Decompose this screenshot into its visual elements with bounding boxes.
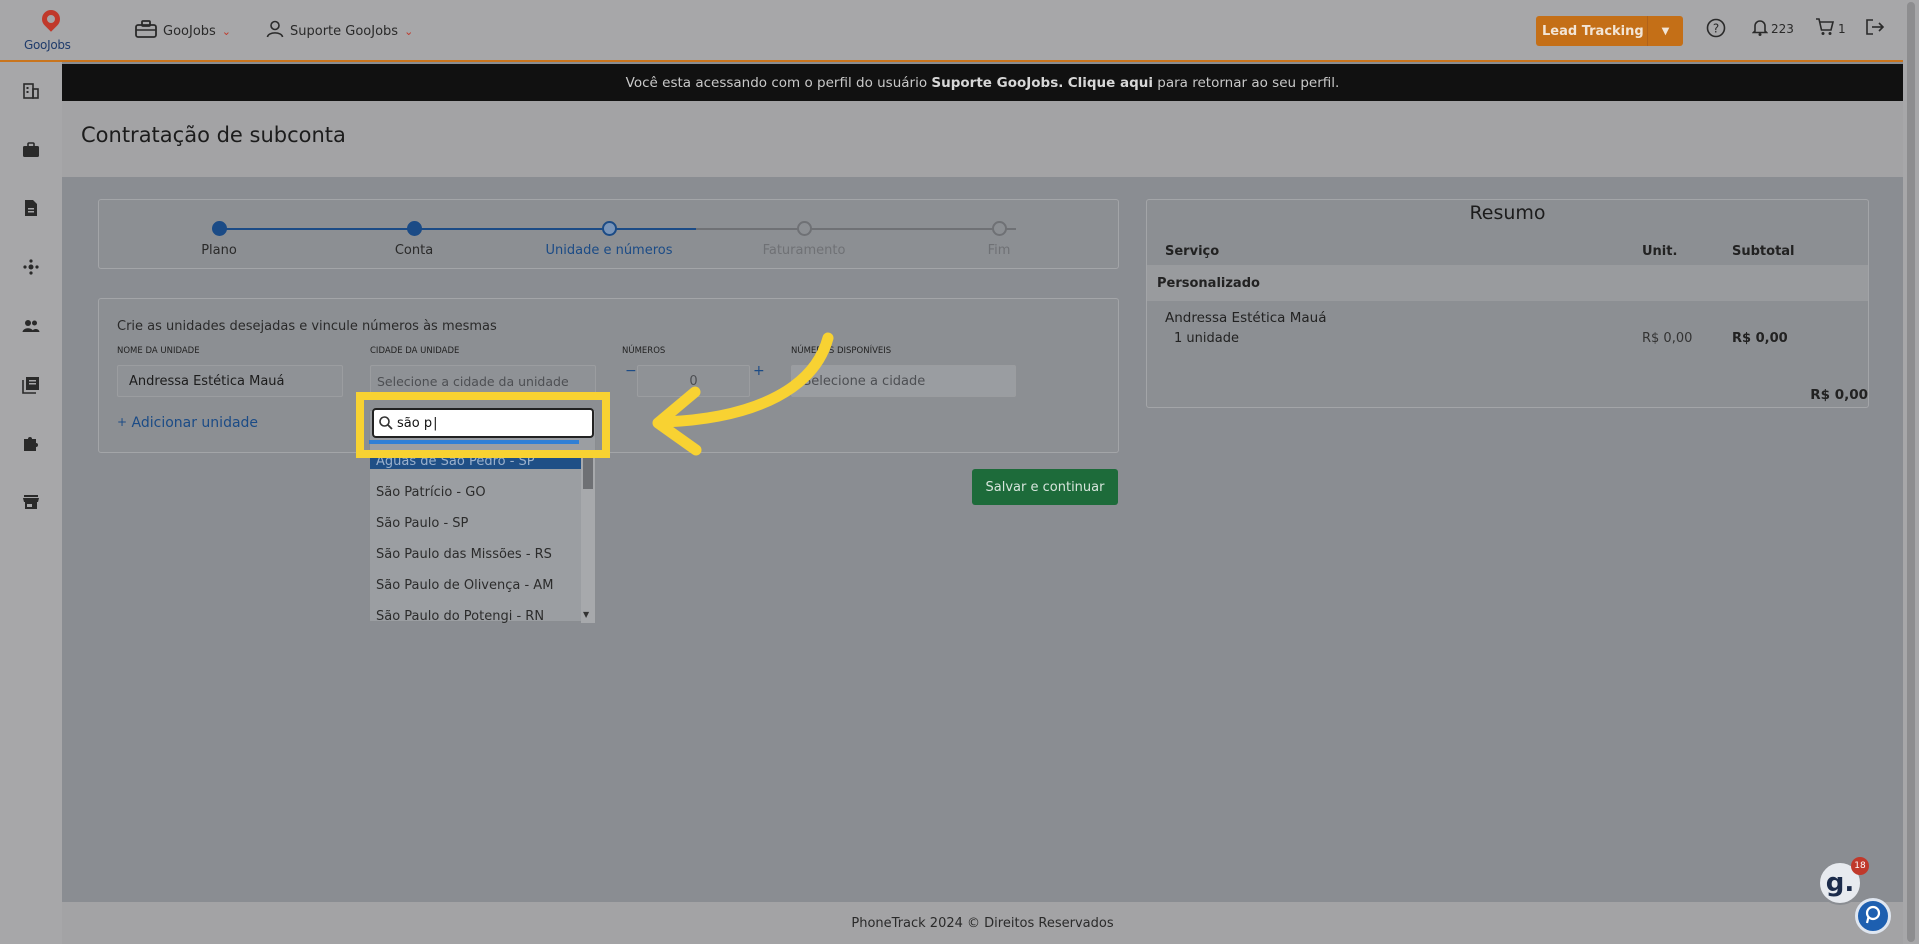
search-focus-underline xyxy=(369,440,579,444)
city-options-list: Águas de São Pedro - SP São Patrício - G… xyxy=(370,453,581,632)
cart-button[interactable]: 1 xyxy=(1815,18,1846,40)
add-unit-label: Adicionar unidade xyxy=(131,415,259,431)
banner-suffix: para retornar ao seu perfil. xyxy=(1153,74,1340,91)
dropdown-scroll-thumb[interactable] xyxy=(583,455,593,489)
search-icon xyxy=(378,415,394,431)
page-header: Contratação de subconta xyxy=(62,101,1903,177)
sidebar xyxy=(0,62,62,944)
chevron-down-icon: ⌄ xyxy=(404,24,414,38)
summary-panel: Resumo Serviço Unit. Subtotal Personaliz… xyxy=(1146,199,1869,408)
city-option[interactable]: São Patrício - GO xyxy=(370,477,581,508)
step-dot-fim xyxy=(992,221,1007,236)
briefcase-icon xyxy=(135,20,157,42)
building-icon[interactable] xyxy=(22,82,40,100)
page-scroll-thumb[interactable] xyxy=(1907,2,1915,942)
banner-user: Suporte GooJobs. xyxy=(931,74,1064,91)
save-continue-button[interactable]: Salvar e continuar xyxy=(972,469,1118,505)
summary-item-name: Andressa Estética Mauá xyxy=(1165,310,1327,326)
summary-total: R$ 0,00 xyxy=(1810,387,1868,403)
help-icon[interactable]: ? xyxy=(1706,18,1726,38)
briefcase-icon[interactable] xyxy=(22,141,40,159)
lead-tracking-button[interactable]: Lead Tracking ▼ xyxy=(1536,16,1683,46)
step-dot-unidade xyxy=(602,221,617,236)
city-option[interactable]: São Paulo do Potengi - RN xyxy=(370,601,581,632)
cart-count: 1 xyxy=(1838,22,1846,36)
step-label-plano: Plano xyxy=(201,243,237,258)
chat-unread-badge: 18 xyxy=(1851,857,1869,875)
top-bar: GooJobs GooJobs ⌄ Suporte GooJobs ⌄ Lead… xyxy=(0,0,1903,62)
document-icon[interactable] xyxy=(22,199,40,217)
step-dot-faturamento xyxy=(797,221,812,236)
form-description: Crie as unidades desejadas e vincule núm… xyxy=(117,319,497,334)
notifications-button[interactable]: 223 xyxy=(1751,18,1794,40)
search-value: são p xyxy=(397,416,437,431)
summary-item-subtotal: R$ 0,00 xyxy=(1732,331,1788,346)
step-dot-conta xyxy=(407,221,422,236)
summary-col-service: Serviço xyxy=(1165,244,1220,259)
logo-text: GooJobs xyxy=(24,38,71,52)
user-menu-label: Suporte GooJobs xyxy=(290,23,399,39)
map-pin-icon xyxy=(38,6,64,32)
city-option[interactable]: São Paulo das Missões - RS xyxy=(370,539,581,570)
page-title: Contratação de subconta xyxy=(81,123,346,147)
store-icon[interactable] xyxy=(22,493,40,511)
wizard-stepper: Plano Conta Unidade e números Faturament… xyxy=(98,199,1119,269)
step-label-faturamento: Faturamento xyxy=(762,243,846,258)
stepper-pending-line xyxy=(696,228,1016,230)
city-label: CIDADE DA UNIDADE xyxy=(370,346,460,356)
dropdown-scrollbar[interactable]: ▼ xyxy=(581,453,595,623)
help-widget-icon xyxy=(1863,904,1883,929)
company-menu[interactable]: GooJobs ⌄ xyxy=(135,20,231,42)
add-unit-link[interactable]: + Adicionar unidade xyxy=(117,415,258,431)
chevron-down-icon: ⌄ xyxy=(221,24,232,38)
step-label-conta: Conta xyxy=(394,243,434,258)
svg-text:?: ? xyxy=(1713,22,1719,36)
bell-icon xyxy=(1751,18,1769,40)
notifications-count: 223 xyxy=(1771,22,1794,36)
users-icon[interactable] xyxy=(22,317,40,335)
plus-icon: + xyxy=(117,415,128,429)
summary-item-unit-price: R$ 0,00 xyxy=(1642,331,1693,346)
banner-return-link[interactable]: Clique aqui xyxy=(1068,75,1153,91)
unit-name-input[interactable]: Andressa Estética Mauá xyxy=(117,365,343,397)
summary-title: Resumo xyxy=(1469,202,1546,224)
banner-prefix: Você esta acessando com o perfil do usuá… xyxy=(625,74,932,91)
stepper-progress-line xyxy=(219,228,696,230)
summary-group: Personalizado xyxy=(1147,265,1868,301)
footer: PhoneTrack 2024 © Direitos Reservados xyxy=(62,902,1903,944)
city-option[interactable]: São Paulo de Olivença - AM xyxy=(370,570,581,601)
impersonation-banner: Você esta acessando com o perfil do usuá… xyxy=(62,64,1903,101)
tutorial-arrow-icon xyxy=(652,332,834,456)
page-scrollbar[interactable] xyxy=(1903,0,1919,944)
user-menu[interactable]: Suporte GooJobs ⌄ xyxy=(266,20,413,42)
goojobs-logo[interactable]: GooJobs xyxy=(22,6,78,54)
summary-col-subtotal: Subtotal xyxy=(1732,244,1795,259)
city-search-input[interactable]: são p xyxy=(372,408,594,438)
lead-tracking-dropdown-toggle[interactable]: ▼ xyxy=(1647,16,1683,46)
user-icon xyxy=(266,20,284,42)
summary-col-unit: Unit. xyxy=(1642,244,1678,259)
summary-item-qty: 1 unidade xyxy=(1174,331,1239,346)
step-dot-plano xyxy=(212,221,227,236)
logout-icon[interactable] xyxy=(1865,18,1885,36)
help-widget-button[interactable] xyxy=(1855,898,1891,934)
puzzle-icon[interactable] xyxy=(22,434,40,452)
scroll-down-arrow-icon[interactable]: ▼ xyxy=(583,610,589,619)
city-option[interactable]: São Paulo - SP xyxy=(370,508,581,539)
step-label-unidade: Unidade e números xyxy=(545,243,673,258)
library-icon[interactable] xyxy=(22,376,40,394)
company-menu-label: GooJobs xyxy=(163,23,216,39)
lead-tracking-label: Lead Tracking xyxy=(1542,23,1644,39)
unit-name-label: NOME DA UNIDADE xyxy=(117,346,200,356)
decrement-button[interactable]: − xyxy=(625,363,637,379)
cart-icon xyxy=(1815,18,1835,40)
step-label-fim: Fim xyxy=(987,243,1011,258)
network-icon[interactable] xyxy=(22,258,40,276)
